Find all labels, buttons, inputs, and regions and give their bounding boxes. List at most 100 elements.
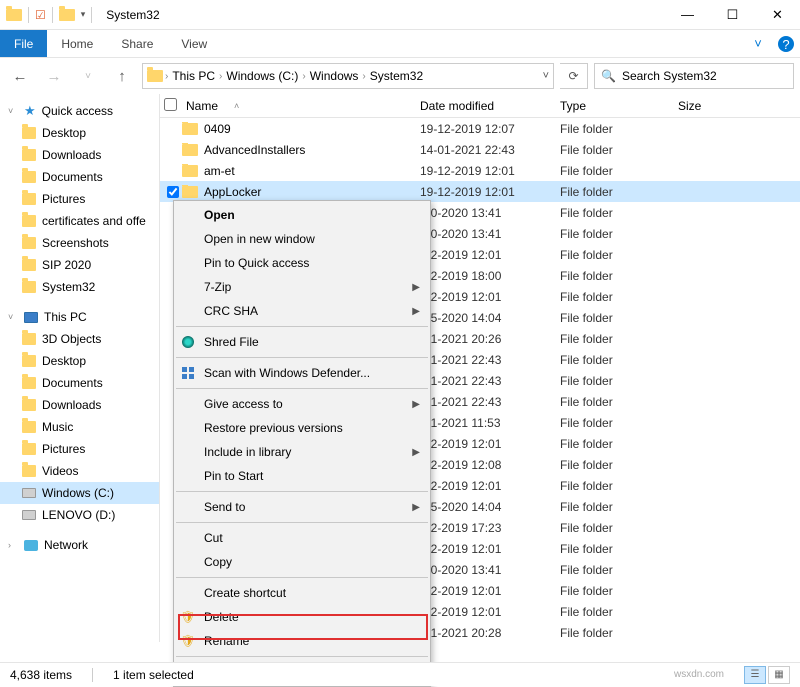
checkbox-icon[interactable]: ☑ <box>35 8 46 22</box>
breadcrumb[interactable]: This PC <box>170 69 217 83</box>
help-icon[interactable]: ? <box>778 36 794 52</box>
sidebar-item[interactable]: ˅★Quick access <box>0 100 159 122</box>
ctx-cut[interactable]: Cut <box>174 526 430 550</box>
chevron-icon: ˅ <box>8 106 18 116</box>
sidebar-item[interactable]: Pictures <box>0 188 159 210</box>
forward-button[interactable]: → <box>40 63 68 89</box>
sidebar-item-label: Screenshots <box>42 236 109 250</box>
sidebar-item[interactable]: LENOVO (D:) <box>0 504 159 526</box>
table-row[interactable]: AppLocker19-12-2019 12:01File folder <box>160 181 800 202</box>
ctx-scan-defender[interactable]: Scan with Windows Defender... <box>174 361 430 385</box>
thumbnails-view-button[interactable]: ▦ <box>768 666 790 684</box>
breadcrumb[interactable]: System32 <box>368 69 425 83</box>
table-row[interactable]: AdvancedInstallers14-01-2021 22:43File f… <box>160 139 800 160</box>
select-all-checkbox[interactable] <box>164 98 177 111</box>
file-date: -01-2021 20:26 <box>420 332 560 346</box>
file-date: 19-12-2019 12:01 <box>420 185 560 199</box>
ctx-open[interactable]: Open <box>174 203 430 227</box>
file-type: File folder <box>560 332 678 346</box>
file-type: File folder <box>560 122 678 136</box>
search-input[interactable]: 🔍 Search System32 <box>594 63 794 89</box>
ctx-7zip[interactable]: 7-Zip▶ <box>174 275 430 299</box>
sidebar-item[interactable]: Music <box>0 416 159 438</box>
ctx-give-access[interactable]: Give access to▶ <box>174 392 430 416</box>
ctx-restore-versions[interactable]: Restore previous versions <box>174 416 430 440</box>
sidebar-item[interactable]: Downloads <box>0 394 159 416</box>
tab-file[interactable]: File <box>0 30 47 57</box>
ctx-pin-quick-access[interactable]: Pin to Quick access <box>174 251 430 275</box>
sidebar-item[interactable]: System32 <box>0 276 159 298</box>
maximize-button[interactable]: ☐ <box>710 0 755 30</box>
ctx-create-shortcut[interactable]: Create shortcut <box>174 581 430 605</box>
file-date: -12-2019 12:01 <box>420 584 560 598</box>
back-button[interactable]: ← <box>6 63 34 89</box>
sidebar-item-label: SIP 2020 <box>42 258 91 272</box>
folder-icon <box>22 127 36 139</box>
sidebar-item[interactable]: Windows (C:) <box>0 482 159 504</box>
sidebar-item[interactable]: Pictures <box>0 438 159 460</box>
file-type: File folder <box>560 227 678 241</box>
table-row[interactable]: 040919-12-2019 12:07File folder <box>160 118 800 139</box>
table-row[interactable]: am-et19-12-2019 12:01File folder <box>160 160 800 181</box>
sidebar-item[interactable]: Videos <box>0 460 159 482</box>
folder-icon <box>22 443 36 455</box>
column-size[interactable]: Size <box>678 99 800 113</box>
ctx-crc-sha[interactable]: CRC SHA▶ <box>174 299 430 323</box>
ctx-copy[interactable]: Copy <box>174 550 430 574</box>
recent-dropdown-icon[interactable]: ˅ <box>74 63 102 89</box>
qat-dropdown-icon[interactable]: ▾ <box>81 9 86 20</box>
sidebar-item[interactable]: ›Network <box>0 534 159 556</box>
tab-share[interactable]: Share <box>107 30 167 57</box>
ctx-rename[interactable]: 🛡Rename <box>174 629 430 653</box>
row-checkbox[interactable] <box>167 186 179 198</box>
file-type: File folder <box>560 395 678 409</box>
file-name: 0409 <box>204 122 231 136</box>
ctx-pin-start[interactable]: Pin to Start <box>174 464 430 488</box>
breadcrumb[interactable]: Windows <box>308 69 361 83</box>
sidebar-item[interactable]: certificates and offe <box>0 210 159 232</box>
file-type: File folder <box>560 479 678 493</box>
file-date: -12-2019 12:08 <box>420 458 560 472</box>
file-date: -12-2019 12:01 <box>420 605 560 619</box>
column-name[interactable]: Name˄ <box>182 99 420 113</box>
ctx-shred-file[interactable]: Shred File <box>174 330 430 354</box>
sidebar-item[interactable]: Documents <box>0 372 159 394</box>
sidebar-item[interactable]: ˅This PC <box>0 306 159 328</box>
address-dropdown-icon[interactable]: ˅ <box>543 70 549 82</box>
sidebar-item[interactable]: Downloads <box>0 144 159 166</box>
folder-icon <box>22 259 36 271</box>
sidebar-item[interactable]: SIP 2020 <box>0 254 159 276</box>
column-headers: Name˄ Date modified Type Size <box>160 94 800 118</box>
shield-icon: 🛡 <box>180 610 196 624</box>
minimize-button[interactable]: — <box>665 0 710 30</box>
sidebar-item-label: Documents <box>42 376 103 390</box>
sidebar-item[interactable]: Desktop <box>0 350 159 372</box>
ribbon-expand-icon[interactable]: ˅ <box>744 30 772 57</box>
column-type[interactable]: Type <box>560 99 678 113</box>
ctx-open-new-window[interactable]: Open in new window <box>174 227 430 251</box>
sidebar-item[interactable]: Documents <box>0 166 159 188</box>
up-button[interactable]: ↑ <box>108 63 136 89</box>
title-bar: ☑ ▾ System32 — ☐ ✕ <box>0 0 800 30</box>
address-bar[interactable]: › This PC› Windows (C:)› Windows› System… <box>142 63 554 89</box>
sidebar-item[interactable]: 3D Objects <box>0 328 159 350</box>
tab-view[interactable]: View <box>167 30 221 57</box>
ctx-include-library[interactable]: Include in library▶ <box>174 440 430 464</box>
sidebar-item-label: Downloads <box>42 398 101 412</box>
details-view-button[interactable]: ☰ <box>744 666 766 684</box>
ctx-delete[interactable]: 🛡Delete <box>174 605 430 629</box>
close-button[interactable]: ✕ <box>755 0 800 30</box>
column-date[interactable]: Date modified <box>420 99 560 113</box>
sidebar-item-label: Music <box>42 420 73 434</box>
file-type: File folder <box>560 311 678 325</box>
tab-home[interactable]: Home <box>47 30 107 57</box>
refresh-button[interactable]: ⟳ <box>560 63 588 89</box>
file-type: File folder <box>560 248 678 262</box>
sidebar-item-label: Network <box>44 538 88 552</box>
breadcrumb[interactable]: Windows (C:) <box>224 69 300 83</box>
star-icon: ★ <box>24 103 36 119</box>
ctx-send-to[interactable]: Send to▶ <box>174 495 430 519</box>
sidebar-item[interactable]: Desktop <box>0 122 159 144</box>
sidebar-item[interactable]: Screenshots <box>0 232 159 254</box>
file-type: File folder <box>560 416 678 430</box>
